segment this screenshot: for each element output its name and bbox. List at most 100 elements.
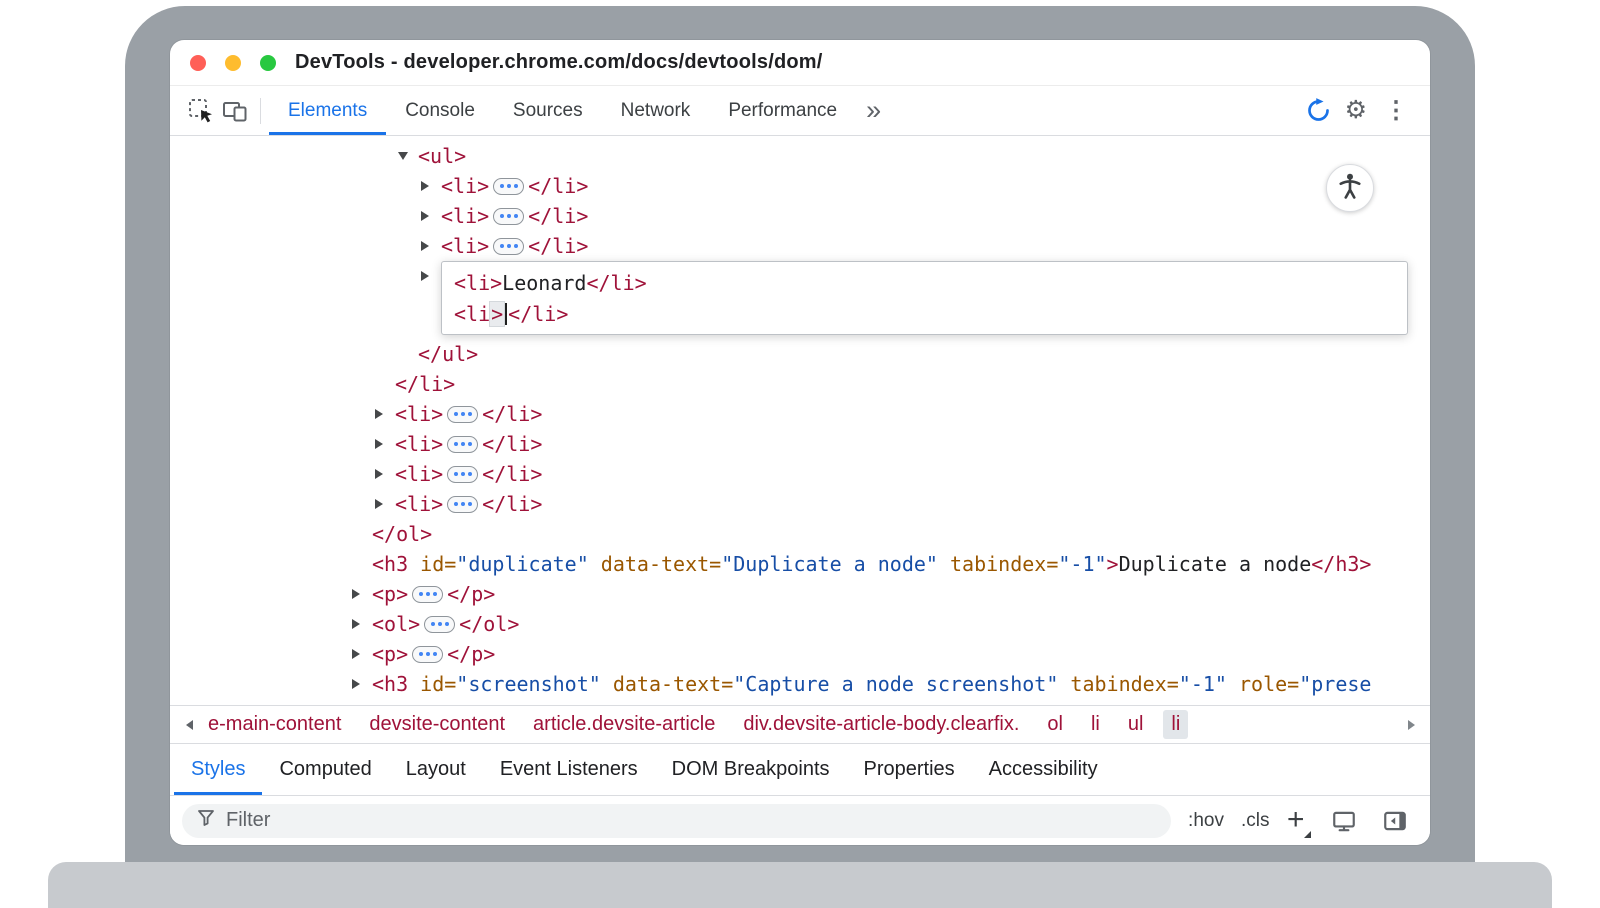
dom-tree-row[interactable]: <li></li> <box>170 231 1430 261</box>
tab-styles[interactable]: Styles <box>174 744 262 795</box>
code-val: "duplicate" <box>456 552 588 576</box>
dom-tree-row[interactable]: </li> <box>170 369 1430 399</box>
code-tag: <p> <box>372 582 408 606</box>
dom-tree-row[interactable]: <h3 id="duplicate" data-text="Duplicate … <box>170 549 1430 579</box>
expand-inline-button[interactable] <box>447 496 478 513</box>
expand-arrow-right-icon[interactable] <box>375 469 395 479</box>
expand-arrow-right-icon[interactable] <box>421 211 441 221</box>
dom-tree-row[interactable]: <li></li> <box>170 399 1430 429</box>
expand-inline-button[interactable] <box>447 406 478 423</box>
code-taghl: > <box>490 302 504 326</box>
tab-properties[interactable]: Properties <box>847 744 972 795</box>
code-attr: data-text= <box>589 552 721 576</box>
breadcrumb-item[interactable]: ul <box>1120 710 1152 739</box>
toolbar-divider <box>260 98 261 124</box>
breadcrumb-item[interactable]: li <box>1163 710 1188 739</box>
accessibility-button[interactable] <box>1326 164 1374 212</box>
window-titlebar: DevTools - developer.chrome.com/docs/dev… <box>170 40 1430 86</box>
filter-input[interactable] <box>226 809 1157 832</box>
settings-gear-icon[interactable]: ⚙ <box>1336 98 1376 123</box>
dom-tree-row[interactable]: <li></li> <box>170 201 1430 231</box>
monitor-icon[interactable] <box>1327 804 1361 838</box>
breadcrumb-scroll-right[interactable] <box>1400 706 1422 743</box>
edit-line: <li>Leonard</li> <box>454 267 1395 298</box>
zoom-window-button[interactable] <box>260 55 276 71</box>
toggle-class-button[interactable]: .cls <box>1241 810 1270 832</box>
tab-dom-breakpoints[interactable]: DOM Breakpoints <box>655 744 847 795</box>
dom-tree-row[interactable]: <li>Leonard</li><li></li> <box>170 261 1430 339</box>
more-tabs-icon[interactable]: » <box>856 97 891 124</box>
expand-inline-button[interactable] <box>493 178 524 195</box>
expand-arrow-right-icon[interactable] <box>352 649 372 659</box>
tab-console[interactable]: Console <box>386 86 494 135</box>
expand-inline-button[interactable] <box>412 646 443 663</box>
breadcrumb-scroll-left[interactable] <box>178 706 200 743</box>
dom-tree-row[interactable]: <p> </p> <box>170 579 1430 609</box>
sidebar-tabs: StylesComputedLayoutEvent ListenersDOM B… <box>170 743 1430 795</box>
code-val: "prese <box>1299 672 1371 696</box>
inspect-element-icon[interactable] <box>184 94 218 128</box>
expand-arrow-right-icon[interactable] <box>352 589 372 599</box>
code-attr: id= <box>408 672 456 696</box>
code-val: "Duplicate a node" <box>721 552 938 576</box>
tab-accessibility[interactable]: Accessibility <box>972 744 1115 795</box>
expand-inline-button[interactable] <box>493 208 524 225</box>
dom-tree-row[interactable]: <li></li> <box>170 171 1430 201</box>
expand-inline-button[interactable] <box>447 436 478 453</box>
expand-inline-button[interactable] <box>447 466 478 483</box>
dom-tree-row[interactable]: <ul> <box>170 141 1430 171</box>
expand-arrow-right-icon[interactable] <box>421 241 441 251</box>
kebab-menu-icon[interactable]: ⋮ <box>1376 99 1416 123</box>
tab-sources[interactable]: Sources <box>494 86 602 135</box>
code-tag: <li> <box>395 492 443 516</box>
tab-elements[interactable]: Elements <box>269 86 386 135</box>
tab-network[interactable]: Network <box>602 86 710 135</box>
dom-tree-row[interactable]: </ol> <box>170 519 1430 549</box>
breadcrumb-item[interactable]: li <box>1083 710 1108 739</box>
reload-icon[interactable] <box>1302 94 1336 128</box>
dom-tree-row[interactable]: <li></li> <box>170 459 1430 489</box>
tab-event-listeners[interactable]: Event Listeners <box>483 744 655 795</box>
code-tag: <li> <box>454 271 502 295</box>
expand-arrow-right-icon[interactable] <box>421 271 441 281</box>
expand-arrow-down-icon[interactable] <box>398 152 418 160</box>
dom-tree-row[interactable]: </ul> <box>170 339 1430 369</box>
tab-computed[interactable]: Computed <box>262 744 388 795</box>
expand-arrow-right-icon[interactable] <box>421 181 441 191</box>
filter-field[interactable] <box>182 804 1171 838</box>
breadcrumb-item[interactable]: ol <box>1039 710 1071 739</box>
expand-inline-button[interactable] <box>424 616 455 633</box>
expand-arrow-right-icon[interactable] <box>352 619 372 629</box>
filter-funnel-icon <box>196 808 216 833</box>
expand-arrow-right-icon[interactable] <box>375 499 395 509</box>
dom-tree-row[interactable]: <ol></ol> <box>170 609 1430 639</box>
close-window-button[interactable] <box>190 55 206 71</box>
dom-tree-row[interactable]: <p></p> <box>170 639 1430 669</box>
breadcrumb-item[interactable]: article.devsite-article <box>525 710 723 739</box>
dom-tree-row[interactable]: <li></li> <box>170 489 1430 519</box>
expand-arrow-right-icon[interactable] <box>375 439 395 449</box>
breadcrumb-item[interactable]: devsite-content <box>361 710 513 739</box>
toggle-device-toolbar-icon[interactable] <box>218 94 252 128</box>
screenshot-stage: DevTools - developer.chrome.com/docs/dev… <box>0 0 1600 908</box>
new-style-rule-button[interactable]: + <box>1286 805 1310 837</box>
code-val: "-1" <box>1179 672 1227 696</box>
edit-as-html-box[interactable]: <li>Leonard</li><li></li> <box>441 261 1408 335</box>
tab-performance[interactable]: Performance <box>709 86 856 135</box>
code-attr: data-text= <box>601 672 733 696</box>
tab-layout[interactable]: Layout <box>389 744 483 795</box>
breadcrumb-item[interactable]: e-main-content <box>200 710 349 739</box>
breadcrumb-item[interactable]: div.devsite-article-body.clearfix. <box>735 710 1027 739</box>
code-tag: </p> <box>447 582 495 606</box>
toggle-sidebar-icon[interactable] <box>1378 804 1412 838</box>
code-tag: <li> <box>441 234 489 258</box>
code-tag: <li <box>454 302 490 326</box>
expand-inline-button[interactable] <box>493 238 524 255</box>
toggle-hover-state-button[interactable]: :hov <box>1188 810 1224 832</box>
dom-tree-row[interactable]: <h3 id="screenshot" data-text="Capture a… <box>170 669 1430 699</box>
expand-arrow-right-icon[interactable] <box>352 679 372 689</box>
dom-tree-row[interactable]: <li></li> <box>170 429 1430 459</box>
expand-inline-button[interactable] <box>412 586 443 603</box>
minimize-window-button[interactable] <box>225 55 241 71</box>
expand-arrow-right-icon[interactable] <box>375 409 395 419</box>
